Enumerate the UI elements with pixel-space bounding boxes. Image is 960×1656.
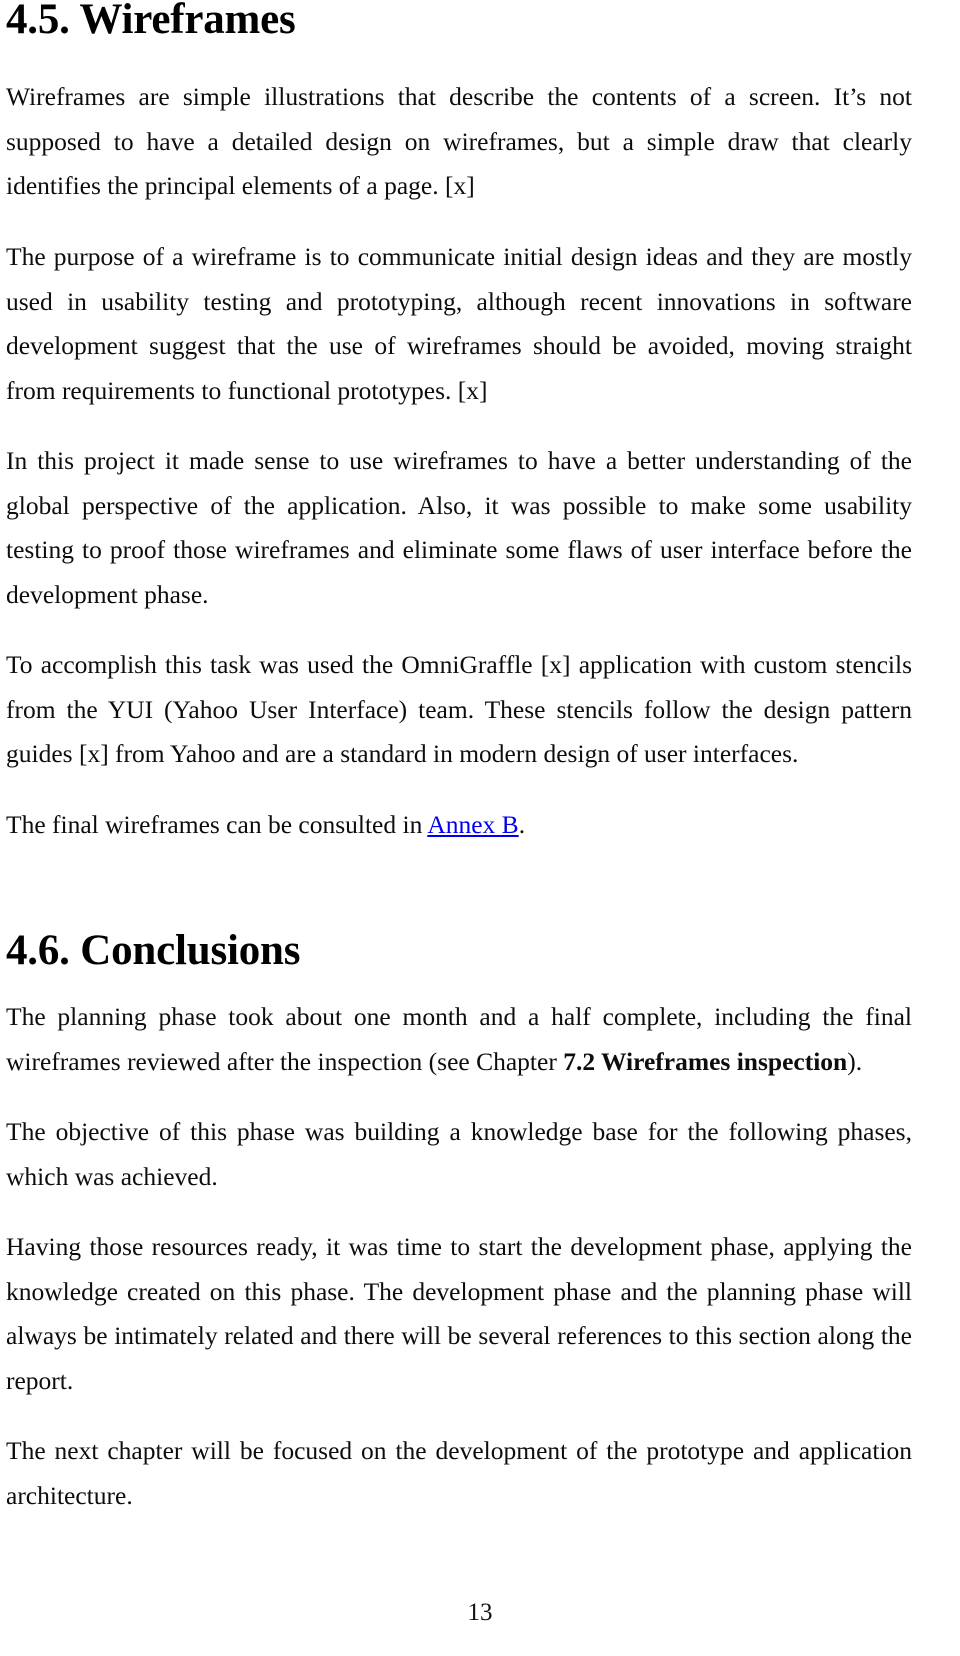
document-page: 4.5. Wireframes Wireframes are simple il… (0, 0, 960, 1656)
page-number: 13 (467, 1599, 493, 1626)
paragraph-phase-objective: The objective of this phase was building… (6, 1117, 912, 1191)
annex-b-link[interactable]: Annex B (427, 810, 518, 839)
paragraph-annex-reference: The final wireframes can be consulted in… (6, 803, 912, 848)
paragraph-development-transition: Having those resources ready, it was tim… (6, 1232, 912, 1395)
paragraph-wireframes-project-usage: In this project it made sense to use wir… (6, 446, 912, 609)
paragraph-omnigraffle-stencils: To accomplish this task was used the Omn… (6, 650, 912, 769)
annex-sentence-prefix: The final wireframes can be consulted in (6, 810, 428, 839)
annex-sentence-suffix: . (518, 810, 526, 839)
planning-sentence-suffix: ). (847, 1046, 863, 1076)
paragraph-planning-phase-duration: The planning phase took about one month … (6, 995, 912, 1084)
paragraph-wireframes-intro: Wireframes are simple illustrations that… (6, 82, 912, 201)
chapter-reference-7-2: 7.2 Wireframes inspection (563, 1046, 848, 1076)
section-heading-conclusions: 4.6. Conclusions (6, 927, 301, 974)
paragraph-wireframes-purpose: The purpose of a wireframe is to communi… (6, 242, 912, 405)
section-heading-wireframes: 4.5. Wireframes (6, 0, 296, 43)
paragraph-next-chapter: The next chapter will be focused on the … (6, 1436, 912, 1510)
